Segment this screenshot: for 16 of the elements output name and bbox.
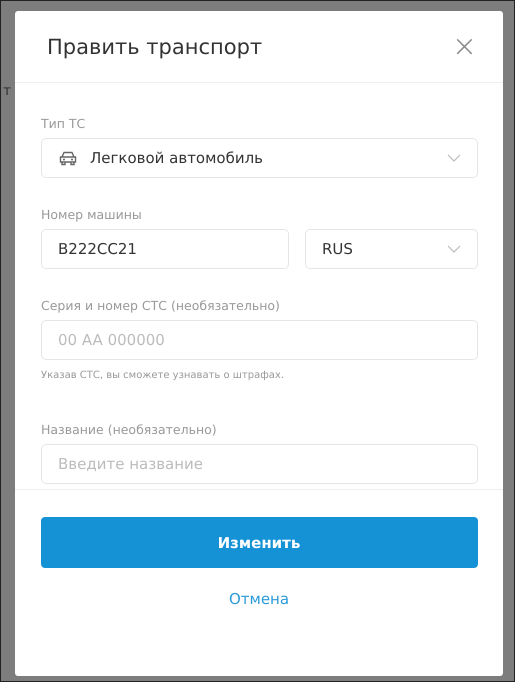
- field-label: Название (необязательно): [41, 422, 217, 437]
- sts-field[interactable]: 00 AA 000000: [41, 320, 478, 360]
- chevron-down-icon: [447, 245, 461, 253]
- name-field[interactable]: Введите название: [41, 444, 478, 484]
- region-select[interactable]: RUS: [305, 229, 478, 269]
- dialog-title: Править транспорт: [47, 34, 262, 58]
- close-button[interactable]: ×: [452, 32, 477, 62]
- hint-text: Указав СТС, вы сможете узнавать о штрафах.: [41, 370, 284, 381]
- field-label: Номер машины: [41, 207, 142, 222]
- chevron-down-icon: [447, 154, 461, 162]
- field-label: Тип ТС: [41, 116, 86, 131]
- background-text: т: [3, 83, 12, 99]
- field-label: Серия и номер СТС (необязательно): [41, 298, 280, 313]
- vehicle-type-select[interactable]: Легковой автомобиль: [41, 138, 478, 178]
- car-icon: [58, 150, 78, 166]
- plate-number-field[interactable]: B222CC21: [41, 229, 289, 269]
